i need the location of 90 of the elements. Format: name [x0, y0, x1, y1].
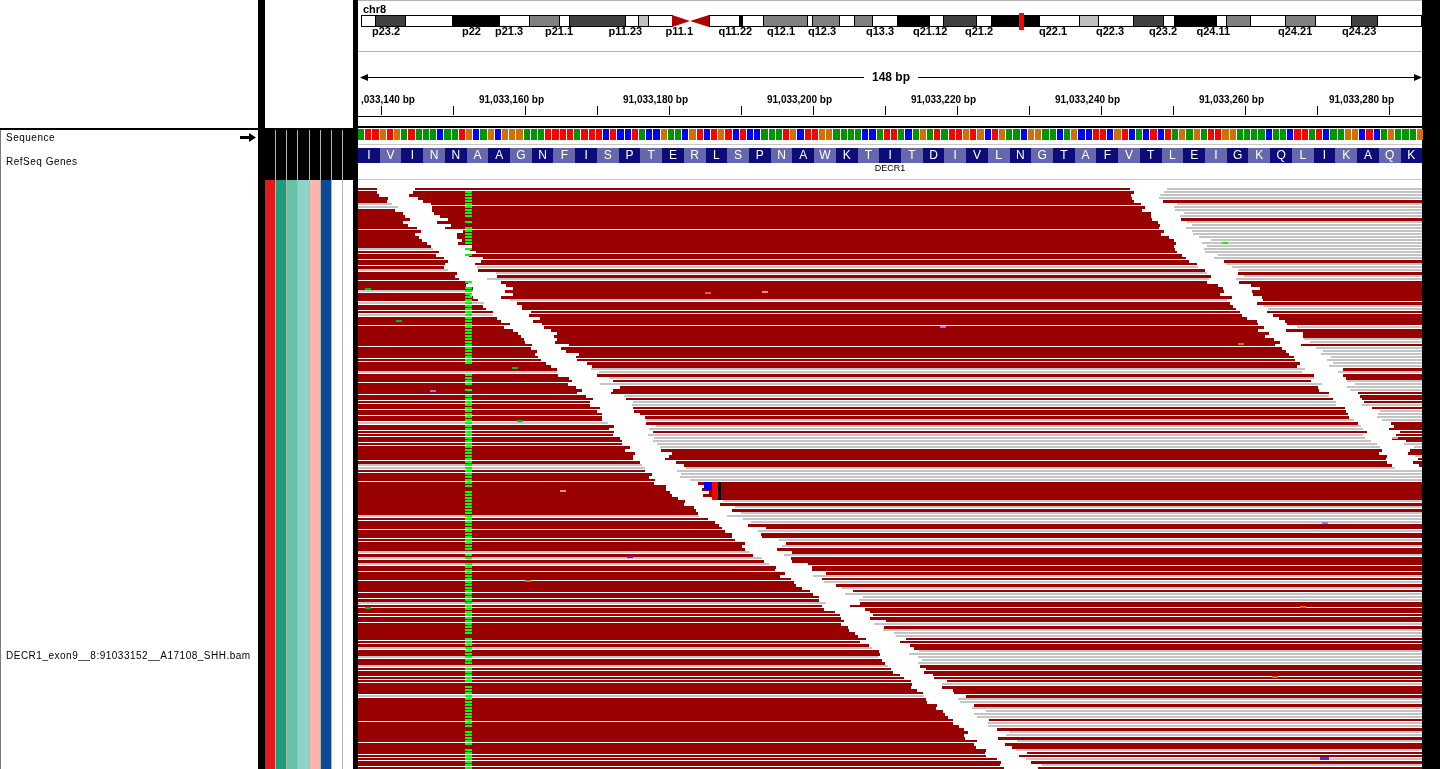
amino-acid: Q	[1378, 148, 1401, 163]
amino-acid: S	[727, 148, 749, 163]
amino-acid: K	[1335, 148, 1358, 163]
amino-acid: R	[683, 148, 706, 163]
amino-acid: A	[1357, 148, 1379, 163]
ruler-tick-label: 91,033,220 bp	[911, 94, 977, 105]
attribute-cell	[287, 130, 298, 180]
amino-acid: K	[1400, 148, 1423, 163]
amino-acid: T	[900, 148, 923, 163]
amino-acid: G	[510, 148, 532, 163]
amino-acid: I	[358, 148, 380, 163]
amino-acid: P	[618, 148, 641, 163]
amino-acid: I	[1313, 148, 1336, 163]
amino-acid: T	[1053, 148, 1075, 163]
cytoband-label: q24.23	[1342, 25, 1377, 37]
amino-acid: T	[857, 148, 880, 163]
attribute-cell	[342, 130, 353, 180]
ruler-tick-label: 91,033,160 bp	[479, 94, 545, 105]
amino-acid: S	[596, 148, 619, 163]
amino-acid: D	[922, 148, 945, 163]
amino-acid: F	[553, 148, 576, 163]
amino-acid: Q	[1270, 148, 1292, 163]
amino-acid: I	[575, 148, 597, 163]
amino-acid: I	[879, 148, 901, 163]
cytoband-label: q22.3	[1096, 25, 1125, 37]
amino-acid: E	[1183, 148, 1206, 163]
amino-acid: W	[814, 148, 836, 163]
attribute-cell	[309, 130, 320, 180]
amino-acid: A	[488, 148, 511, 163]
cytoband-label: q11.22	[718, 25, 753, 37]
cytoband-label: p22	[462, 25, 481, 37]
amino-acid: N	[444, 148, 467, 163]
track-name[interactable]: Sequence	[6, 131, 56, 144]
amino-acid: L	[705, 148, 728, 163]
amino-acid: I	[401, 148, 424, 163]
attribute-cell	[298, 130, 309, 180]
amino-acid: T	[1139, 148, 1162, 163]
span-length: 148 bp	[871, 71, 911, 83]
track-name[interactable]: RefSeq Genes	[6, 156, 78, 168]
cytoband-label: q23.2	[1149, 25, 1178, 37]
amino-acid: G	[1226, 148, 1249, 163]
ruler-tick-label: 91,033,260 bp	[1199, 94, 1265, 105]
cytoband-label: p21.3	[495, 25, 524, 37]
amino-acid: A	[466, 148, 489, 163]
amino-acid: P	[748, 148, 771, 163]
attribute-cell	[276, 130, 287, 180]
cytoband-label: p11.23	[608, 25, 643, 37]
cytoband-label: q13.3	[866, 25, 895, 37]
amino-acid: V	[966, 148, 988, 163]
amino-acid: V	[1118, 148, 1140, 163]
arrow-icon[interactable]	[240, 133, 256, 142]
cytoband-label: q24.21	[1278, 25, 1313, 37]
amino-acid: L	[987, 148, 1010, 163]
ruler-tick-label: ,033,140 bp	[361, 94, 415, 105]
cytoband-label: q24.11	[1196, 25, 1231, 37]
amino-acid: N	[770, 148, 793, 163]
amino-acid: K	[1248, 148, 1271, 163]
cytoband-label: q12.1	[767, 25, 796, 37]
ruler-tick-label: 91,033,180 bp	[623, 94, 689, 105]
amino-acid: T	[640, 148, 663, 163]
attribute-cell	[331, 130, 342, 180]
amino-acid: N	[1009, 148, 1032, 163]
attribute-cell	[320, 130, 331, 180]
attribute-cell	[265, 130, 276, 180]
ruler-tick-label: 91,033,280 bp	[1329, 94, 1395, 105]
ruler-tick-label: 91,033,240 bp	[1055, 94, 1121, 105]
amino-acid: F	[1096, 148, 1119, 163]
amino-acid: E	[662, 148, 684, 163]
cytoband-label: p23.2	[372, 25, 401, 37]
amino-acid: L	[1291, 148, 1314, 163]
amino-acid: I	[1205, 148, 1227, 163]
cytoband-label: q12.3	[808, 25, 837, 37]
amino-acid: I	[944, 148, 967, 163]
cytoband-label: p11.1	[665, 25, 694, 37]
amino-acid: V	[379, 148, 402, 163]
amino-acid: K	[835, 148, 858, 163]
amino-acid: A	[1074, 148, 1097, 163]
gene-name[interactable]: DECR1	[874, 163, 906, 173]
ruler-tick-label: 91,033,200 bp	[767, 94, 833, 105]
cytoband-label: p21.1	[545, 25, 574, 37]
amino-acid: G	[1031, 148, 1053, 163]
amino-acid: N	[531, 148, 554, 163]
amino-acid: L	[1161, 148, 1184, 163]
track-name[interactable]: DECR1_exon9__8:91033152__A17108_SHH.bam	[6, 650, 251, 662]
amino-acid: A	[792, 148, 815, 163]
chromosome-name: chr8	[363, 3, 387, 15]
cytoband-label: q21.2	[965, 25, 994, 37]
cytoband-label: q21.12	[913, 25, 948, 37]
cytoband-label: q22.1	[1039, 25, 1068, 37]
amino-acid: N	[423, 148, 445, 163]
